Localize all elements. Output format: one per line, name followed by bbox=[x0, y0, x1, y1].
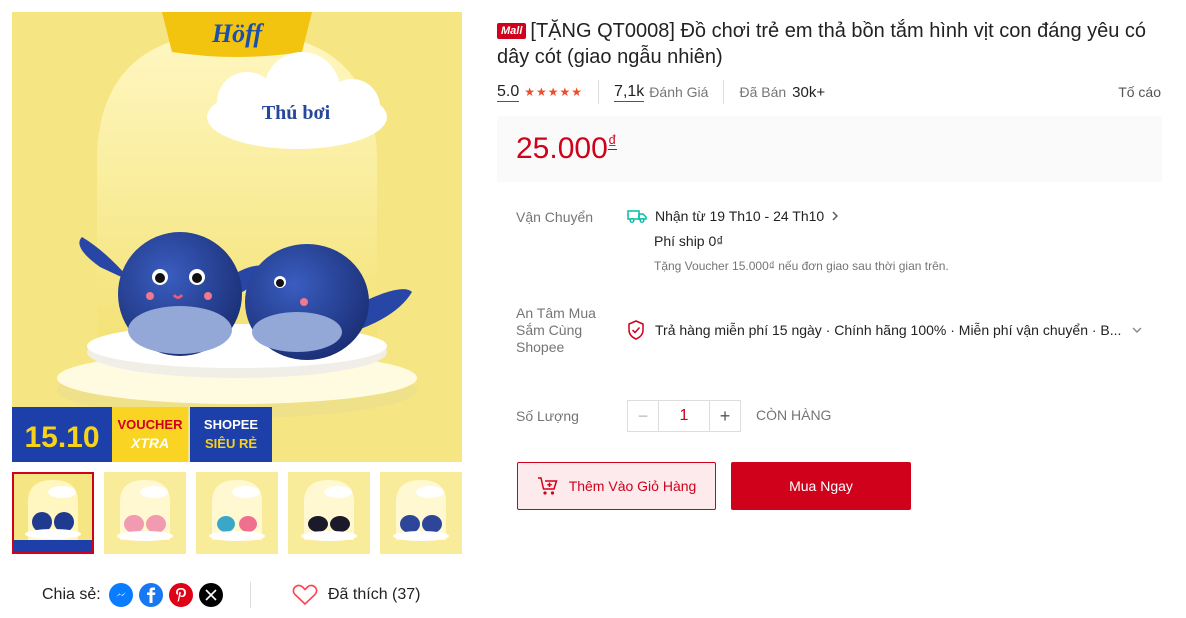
promo-banner: 15.10 VOUCHER XTRA SHOPEE SIÊU RẺ bbox=[12, 407, 272, 462]
share-label: Chia sẻ: bbox=[42, 586, 101, 603]
report-link[interactable]: Tố cáo bbox=[1118, 84, 1161, 100]
add-to-cart-button[interactable]: Thêm Vào Giỏ Hàng bbox=[517, 462, 716, 510]
product-price: 25.000₫ bbox=[516, 132, 618, 165]
buy-now-button[interactable]: Mua Ngay bbox=[731, 462, 911, 510]
thumbnail-3[interactable] bbox=[196, 472, 278, 554]
reviews-count[interactable]: 7,1k bbox=[614, 83, 645, 102]
thumbnail-5[interactable] bbox=[380, 472, 462, 554]
currency-symbol: ₫ bbox=[607, 132, 618, 152]
sold-count: 30k+ bbox=[792, 83, 826, 101]
shipping-label: Vận Chuyển bbox=[516, 209, 594, 225]
svg-text:SHOPEE: SHOPEE bbox=[204, 417, 259, 432]
svg-text:VOUCHER: VOUCHER bbox=[117, 417, 183, 432]
thumbnail-2[interactable] bbox=[104, 472, 186, 554]
quantity-input[interactable]: 1 bbox=[659, 400, 709, 432]
reviews-label: Đánh Giá bbox=[649, 84, 709, 100]
quantity-label: Số Lượng bbox=[516, 408, 579, 424]
brand-logo-text: Höff bbox=[211, 19, 264, 48]
delivery-date: Nhận từ 19 Th10 - 24 Th10 bbox=[655, 208, 825, 224]
shipping-fee: Phí ship 0₫ bbox=[654, 233, 724, 249]
thumbnail-4[interactable] bbox=[288, 472, 370, 554]
stats-divider bbox=[723, 80, 725, 104]
mall-badge: Mall bbox=[497, 23, 527, 39]
share-row: Chia sẻ: bbox=[42, 580, 229, 610]
add-to-cart-label: Thêm Vào Giỏ Hàng bbox=[568, 478, 697, 494]
messenger-icon[interactable] bbox=[108, 583, 133, 607]
pinterest-icon[interactable] bbox=[168, 583, 193, 607]
quantity-decrease-button[interactable]: − bbox=[627, 400, 659, 432]
assurance-text: Trả hàng miễn phí 15 ngày · Chính hãng 1… bbox=[655, 322, 1122, 338]
chevron-down-icon bbox=[1132, 327, 1142, 333]
shipping-delivery[interactable]: Nhận từ 19 Th10 - 24 Th10 bbox=[627, 208, 848, 224]
svg-text:15.10: 15.10 bbox=[24, 421, 99, 454]
shipping-voucher-note: Tặng Voucher 15.000₫ nếu đơn giao sau th… bbox=[654, 259, 949, 273]
quantity-stepper: − 1 + bbox=[627, 400, 741, 432]
svg-text:XTRA: XTRA bbox=[130, 435, 169, 451]
like-button[interactable]: Đã thích (37) bbox=[292, 580, 420, 610]
facebook-icon[interactable] bbox=[138, 583, 163, 607]
cart-add-icon bbox=[537, 477, 558, 495]
rating-value[interactable]: 5.0 bbox=[497, 83, 520, 102]
shield-check-icon bbox=[628, 320, 644, 340]
heart-icon bbox=[292, 584, 318, 606]
thumbnail-1[interactable] bbox=[12, 472, 94, 554]
assurance-label: An Tâm Mua Sắm Cùng Shopee bbox=[516, 305, 596, 355]
sold-label: Đã Bán bbox=[739, 84, 787, 100]
rating-stars-icon: ★★★★★ bbox=[524, 85, 584, 99]
product-stats: 5.0 ★★★★★ 7,1k Đánh Giá Đã Bán 30k+ Tố c… bbox=[497, 80, 1161, 104]
thumbnail-strip bbox=[12, 472, 462, 554]
price-section: 25.000₫ bbox=[497, 116, 1162, 182]
assurance-row[interactable]: Trả hàng miễn phí 15 ngày · Chính hãng 1… bbox=[627, 320, 1153, 340]
product-title: Mall [TẶNG QT0008] Đồ chơi trẻ em thả bồn… bbox=[497, 18, 1167, 70]
product-main-image[interactable]: Höff Thú bơi 15.10 VOUCHER XTRA SHOPEE S… bbox=[12, 12, 462, 462]
chevron-right-icon bbox=[832, 211, 839, 221]
quantity-increase-button[interactable]: + bbox=[709, 400, 741, 432]
stock-status: CÒN HÀNG bbox=[756, 407, 832, 423]
share-like-divider bbox=[250, 582, 251, 608]
svg-text:Thú bơi: Thú bơi bbox=[262, 102, 331, 124]
stats-divider bbox=[598, 80, 600, 104]
x-twitter-icon[interactable] bbox=[198, 583, 223, 607]
svg-text:SIÊU RẺ: SIÊU RẺ bbox=[205, 436, 257, 451]
product-title-text: [TẶNG QT0008] Đồ chơi trẻ em thả bồn tắm… bbox=[497, 20, 1147, 68]
truck-icon bbox=[627, 210, 647, 223]
like-count-label: Đã thích (37) bbox=[328, 586, 421, 603]
